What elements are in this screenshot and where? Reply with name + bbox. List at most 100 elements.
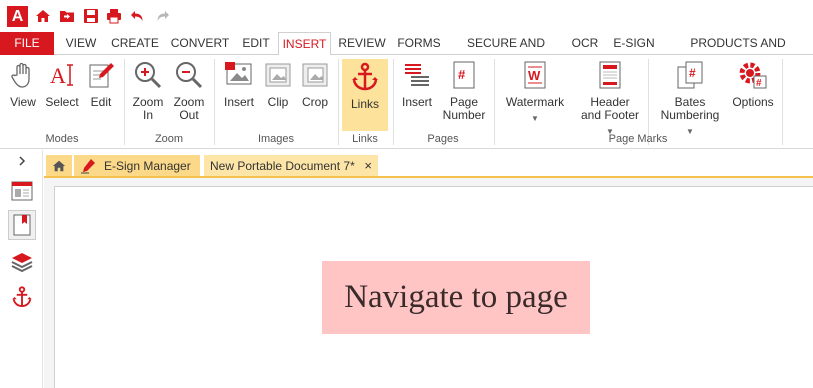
ribbon-separator — [124, 59, 125, 145]
crop-image-label: Crop — [301, 95, 328, 109]
select-mode-label: Select — [45, 95, 79, 109]
crop-image-button[interactable]: Crop — [298, 59, 332, 109]
group-label-pages: Pages — [427, 133, 459, 145]
link-annotation[interactable]: Navigate to page — [322, 261, 590, 334]
layers-icon — [11, 253, 33, 272]
ribbon-separator — [338, 59, 339, 145]
insert-image-button[interactable]: Insert — [220, 59, 258, 109]
tab-ocr[interactable]: OCR — [567, 32, 603, 55]
edit-mode-button[interactable]: Edit — [84, 59, 118, 109]
save-icon[interactable] — [83, 8, 99, 24]
ribbon-separator — [393, 59, 394, 145]
watermark-button[interactable]: W Watermark ▼ — [500, 59, 570, 125]
tab-edit[interactable]: EDIT — [238, 32, 274, 55]
tab-e-sign[interactable]: E-SIGN — [609, 32, 659, 55]
open-folder-icon[interactable] — [59, 8, 75, 24]
tab-insert[interactable]: INSERT — [278, 32, 331, 56]
insert-page-label: Insert — [401, 95, 432, 109]
ribbon-separator — [494, 59, 495, 145]
header-footer-icon — [599, 61, 621, 89]
sidebar-item-pages[interactable] — [8, 176, 36, 206]
tab-products-and-pricing[interactable]: PRODUCTS AND PRICING — [665, 32, 811, 72]
tab-forms[interactable]: FORMS — [394, 32, 444, 55]
text-select-icon: A — [50, 63, 73, 88]
sidebar-item-bookmarks[interactable] — [8, 210, 36, 240]
hand-icon — [11, 62, 30, 88]
document-viewport: Navigate to page — [44, 178, 813, 388]
redo-icon[interactable] — [154, 8, 170, 24]
app-logo[interactable]: A — [7, 6, 28, 27]
anchor-icon — [352, 62, 378, 91]
clip-image-button[interactable]: Clip — [262, 59, 294, 109]
page-number-icon: # — [453, 61, 475, 89]
sidebar-item-layers[interactable] — [8, 246, 36, 276]
home-icon[interactable] — [35, 8, 51, 24]
edit-icon — [89, 63, 114, 88]
tab-convert[interactable]: CONVERT — [168, 32, 232, 55]
clip-image-label: Clip — [267, 95, 289, 109]
tab-esign-manager[interactable]: E-Sign Manager — [74, 155, 200, 176]
svg-text:#: # — [689, 66, 696, 80]
tab-secure-and-sign[interactable]: SECURE AND SIGN — [451, 32, 561, 72]
pages-panel-icon — [11, 181, 33, 201]
header-footer-button[interactable]: Header and Footer ▼ — [578, 59, 642, 138]
select-mode-button[interactable]: A Select — [44, 59, 80, 109]
group-label-modes: Modes — [45, 133, 79, 145]
svg-text:#: # — [756, 78, 762, 89]
tab-document[interactable]: New Portable Document 7* × — [204, 155, 378, 176]
clip-image-icon — [265, 63, 291, 87]
group-label-images: Images — [257, 133, 295, 145]
tab-create[interactable]: CREATE — [108, 32, 162, 55]
insert-image-icon — [225, 62, 252, 85]
insert-page-icon — [405, 64, 429, 86]
svg-text:A: A — [50, 63, 66, 88]
tab-file[interactable]: FILE — [0, 32, 54, 55]
links-label: Links — [350, 97, 379, 111]
group-label-zoom: Zoom — [154, 133, 184, 145]
svg-text:#: # — [458, 67, 466, 82]
bates-numbering-button[interactable]: # Bates Numbering ▼ — [654, 59, 726, 138]
quick-access-toolbar: A — [0, 0, 813, 32]
ribbon-tabs: FILE VIEW CREATE CONVERT EDIT INSERT REV… — [0, 32, 813, 72]
zoom-in-label-1: Zoom — [132, 95, 164, 109]
ribbon: View A Select Edit Modes Zoom In Zoom Ou… — [0, 55, 813, 149]
svg-text:W: W — [528, 68, 541, 83]
view-mode-button[interactable]: View — [6, 59, 40, 109]
insert-image-label: Insert — [223, 95, 254, 109]
ribbon-separator — [782, 59, 783, 145]
zoom-out-button[interactable]: Zoom Out — [170, 59, 208, 122]
zoom-out-icon — [176, 62, 203, 89]
group-label-page-marks: Page Marks — [608, 133, 668, 145]
chevron-right-icon — [19, 156, 26, 166]
page-number-button[interactable]: # Page Number — [440, 59, 488, 122]
tab-view[interactable]: VIEW — [62, 32, 100, 55]
options-label: Options — [732, 95, 774, 109]
undo-icon[interactable] — [130, 8, 146, 24]
close-icon[interactable]: × — [364, 156, 372, 176]
watermark-icon: W — [524, 61, 546, 89]
expand-sidebar-button[interactable] — [8, 150, 36, 172]
page-number-label-2: Number — [442, 108, 486, 122]
links-button[interactable]: Links — [342, 59, 388, 131]
header-footer-label-2: and Footer — [580, 108, 640, 122]
insert-page-button[interactable]: Insert — [398, 59, 436, 109]
sidebar-item-links[interactable] — [8, 282, 36, 312]
zoom-out-label-2: Out — [179, 108, 199, 122]
home-tab[interactable] — [46, 155, 72, 176]
edit-mode-label: Edit — [90, 95, 112, 109]
crop-image-icon — [302, 63, 328, 87]
zoom-in-label-2: In — [142, 108, 153, 122]
bookmark-icon — [13, 214, 31, 236]
bates-label-2: Numbering — [660, 108, 720, 122]
zoom-in-button[interactable]: Zoom In — [130, 59, 166, 122]
document-tabs: E-Sign Manager New Portable Document 7* … — [44, 150, 813, 178]
tab-review[interactable]: REVIEW — [336, 32, 388, 55]
ribbon-separator — [214, 59, 215, 145]
print-icon[interactable] — [106, 8, 122, 24]
group-label-links: Links — [352, 133, 378, 145]
options-button[interactable]: # Options — [730, 59, 776, 109]
zoom-in-icon — [135, 62, 162, 89]
anchor-icon — [12, 286, 32, 307]
home-icon — [52, 160, 66, 171]
left-sidebar — [0, 150, 43, 388]
